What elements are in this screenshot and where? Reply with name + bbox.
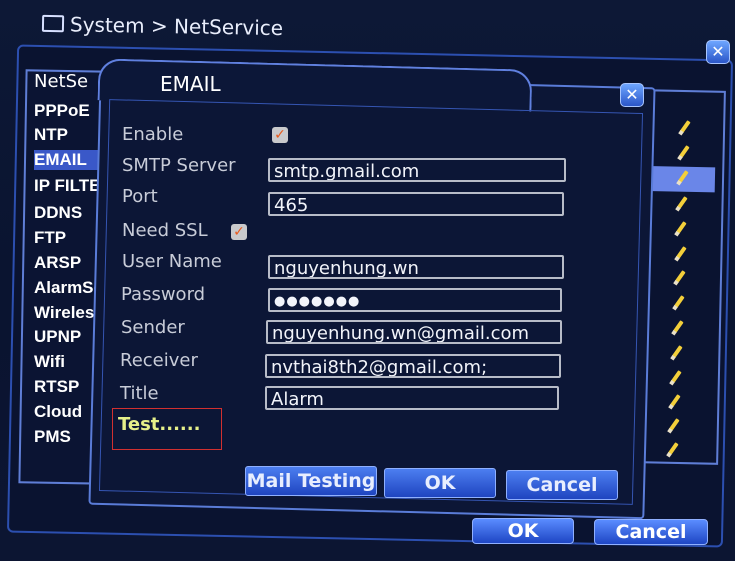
window-title-text: System > NetService [69,12,284,41]
email-dialog-title: EMAIL [160,72,221,96]
window-title: System > NetService [41,12,284,41]
service-list-header: NetSe [34,71,89,92]
smtp-server-label: SMTP Server [122,155,236,176]
port-label: Port [122,186,158,207]
password-field[interactable]: ●●●●●●● [268,288,562,312]
list-item-pppoe[interactable]: PPPoE [34,101,104,121]
close-button[interactable]: ✕ [706,40,730,64]
list-item-ntp[interactable]: NTP [34,125,104,145]
title-label: Title [120,383,159,404]
sender-label: Sender [121,317,185,338]
password-label: Password [121,284,206,305]
email-ok-button[interactable]: OK [384,468,496,498]
email-close-button[interactable]: ✕ [620,83,644,107]
user-name-label: User Name [122,251,222,272]
receiver-field[interactable]: nvthai8th2@gmail.com; [265,354,561,378]
enable-label: Enable [122,124,184,145]
receiver-label: Receiver [120,350,198,371]
list-item-ftp[interactable]: FTP [34,228,104,248]
list-item-arsp[interactable]: ARSP [34,253,104,273]
port-field[interactable]: 465 [268,192,564,216]
cancel-button[interactable]: Cancel [594,519,708,545]
monitor-icon [41,14,65,33]
dvr-screen: System > NetService ✕ NetSe PPPoE NTP EM… [0,0,735,561]
ok-button[interactable]: OK [472,518,574,544]
need-ssl-label: Need SSL [122,220,208,241]
title-field[interactable]: Alarm [265,386,559,410]
list-item-ddns[interactable]: DDNS [34,203,104,223]
sender-field[interactable]: nguyenhung.wn@gmail.com [266,320,562,344]
email-cancel-button[interactable]: Cancel [506,470,618,500]
smtp-server-field[interactable]: smtp.gmail.com [268,158,566,182]
enable-checkbox[interactable]: ✓ [272,127,288,143]
user-name-field[interactable]: nguyenhung.wn [268,255,564,279]
mail-testing-button[interactable]: Mail Testing [245,466,377,496]
test-status-text: Test...... [118,414,201,435]
list-item-email[interactable]: EMAIL [34,150,100,170]
list-item-ip-filter[interactable]: IP FILTER [34,176,104,196]
need-ssl-checkbox[interactable]: ✓ [231,224,247,240]
